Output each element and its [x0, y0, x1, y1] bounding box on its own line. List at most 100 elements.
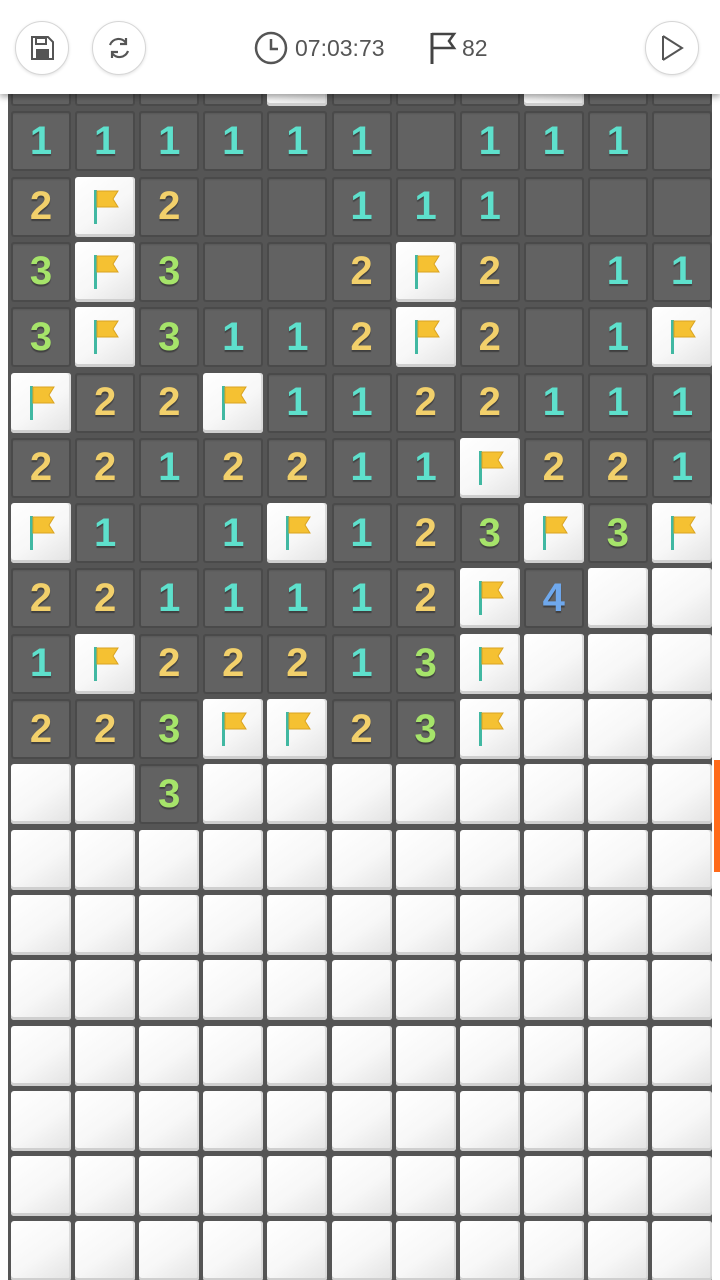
hidden-cell[interactable]	[459, 1156, 520, 1217]
restart-button[interactable]	[92, 21, 146, 75]
hidden-cell[interactable]	[523, 1221, 584, 1280]
hidden-cell[interactable]	[587, 829, 648, 890]
flagged-cell[interactable]	[75, 307, 136, 368]
hidden-cell[interactable]	[139, 1156, 200, 1217]
hidden-cell[interactable]	[11, 1090, 71, 1151]
hidden-cell[interactable]	[587, 1156, 648, 1217]
hidden-cell[interactable]	[587, 960, 648, 1021]
hidden-cell[interactable]	[523, 1090, 584, 1151]
flagged-cell[interactable]	[267, 699, 328, 759]
hidden-cell[interactable]	[331, 1156, 392, 1217]
hidden-cell[interactable]	[331, 894, 392, 955]
hidden-cell[interactable]	[587, 764, 648, 825]
hidden-cell[interactable]	[523, 1025, 584, 1086]
flagged-cell[interactable]	[267, 503, 328, 564]
hidden-cell[interactable]	[75, 764, 136, 825]
hidden-cell[interactable]	[75, 1156, 136, 1217]
flagged-cell[interactable]	[395, 241, 456, 302]
flagged-cell[interactable]	[203, 372, 264, 433]
hidden-cell[interactable]	[652, 960, 712, 1021]
hidden-cell[interactable]	[139, 829, 200, 890]
hidden-cell[interactable]	[587, 1221, 648, 1280]
hidden-cell[interactable]	[459, 1221, 520, 1280]
hidden-cell[interactable]	[395, 764, 456, 825]
flagged-cell[interactable]	[459, 437, 520, 498]
hidden-cell[interactable]	[139, 1221, 200, 1280]
hidden-cell[interactable]	[652, 829, 712, 890]
flagged-cell[interactable]	[11, 503, 71, 564]
hidden-cell[interactable]	[652, 633, 712, 694]
hidden-cell[interactable]	[267, 1025, 328, 1086]
hidden-cell[interactable]	[523, 764, 584, 825]
hidden-cell[interactable]	[652, 699, 712, 759]
hidden-cell[interactable]	[203, 764, 264, 825]
hidden-cell[interactable]	[523, 699, 584, 759]
hidden-cell[interactable]	[459, 1025, 520, 1086]
hidden-cell[interactable]	[652, 568, 712, 629]
hidden-cell[interactable]	[395, 829, 456, 890]
hidden-cell[interactable]	[459, 960, 520, 1021]
hidden-cell[interactable]	[523, 633, 584, 694]
hidden-cell[interactable]	[395, 894, 456, 955]
hidden-cell[interactable]	[523, 829, 584, 890]
hidden-cell[interactable]	[395, 1090, 456, 1151]
hidden-cell[interactable]	[587, 894, 648, 955]
hidden-cell[interactable]	[459, 764, 520, 825]
hidden-cell[interactable]	[331, 1221, 392, 1280]
flagged-cell[interactable]	[75, 176, 136, 237]
hidden-cell[interactable]	[587, 568, 648, 629]
hidden-cell[interactable]	[523, 960, 584, 1021]
hidden-cell[interactable]	[652, 1090, 712, 1151]
hidden-cell[interactable]	[267, 764, 328, 825]
save-button[interactable]	[15, 21, 69, 75]
hidden-cell[interactable]	[11, 1025, 71, 1086]
hidden-cell[interactable]	[75, 829, 136, 890]
hidden-cell[interactable]	[139, 1090, 200, 1151]
hidden-cell[interactable]	[331, 1025, 392, 1086]
hidden-cell[interactable]	[11, 1156, 71, 1217]
hidden-cell[interactable]	[652, 1025, 712, 1086]
hidden-cell[interactable]	[203, 1156, 264, 1217]
hidden-cell[interactable]	[11, 1221, 71, 1280]
hidden-cell[interactable]	[523, 1156, 584, 1217]
hidden-cell[interactable]	[11, 960, 71, 1021]
hidden-cell[interactable]	[267, 894, 328, 955]
hidden-cell[interactable]	[331, 829, 392, 890]
hidden-cell[interactable]	[459, 1090, 520, 1151]
hidden-cell[interactable]	[203, 1221, 264, 1280]
flagged-cell[interactable]	[459, 699, 520, 759]
hidden-cell[interactable]	[652, 894, 712, 955]
hidden-cell[interactable]	[267, 1156, 328, 1217]
hidden-cell[interactable]	[652, 764, 712, 825]
hidden-cell[interactable]	[267, 829, 328, 890]
hidden-cell[interactable]	[11, 894, 71, 955]
hidden-cell[interactable]	[459, 894, 520, 955]
flagged-cell[interactable]	[75, 241, 136, 302]
hidden-cell[interactable]	[203, 829, 264, 890]
hidden-cell[interactable]	[139, 894, 200, 955]
play-button[interactable]	[645, 21, 699, 75]
hidden-cell[interactable]	[267, 1221, 328, 1280]
flagged-cell[interactable]	[459, 633, 520, 694]
hidden-cell[interactable]	[587, 1025, 648, 1086]
hidden-cell[interactable]	[459, 829, 520, 890]
hidden-cell[interactable]	[203, 1090, 264, 1151]
hidden-cell[interactable]	[587, 633, 648, 694]
hidden-cell[interactable]	[395, 960, 456, 1021]
hidden-cell[interactable]	[331, 764, 392, 825]
hidden-cell[interactable]	[203, 894, 264, 955]
flagged-cell[interactable]	[652, 503, 712, 564]
hidden-cell[interactable]	[395, 1221, 456, 1280]
hidden-cell[interactable]	[267, 1090, 328, 1151]
hidden-cell[interactable]	[75, 894, 136, 955]
hidden-cell[interactable]	[11, 829, 71, 890]
hidden-cell[interactable]	[75, 1025, 136, 1086]
hidden-cell[interactable]	[395, 1156, 456, 1217]
flagged-cell[interactable]	[75, 633, 136, 694]
flagged-cell[interactable]	[395, 307, 456, 368]
hidden-cell[interactable]	[203, 1025, 264, 1086]
flagged-cell[interactable]	[203, 699, 264, 759]
hidden-cell[interactable]	[11, 764, 71, 825]
hidden-cell[interactable]	[139, 960, 200, 1021]
hidden-cell[interactable]	[203, 960, 264, 1021]
